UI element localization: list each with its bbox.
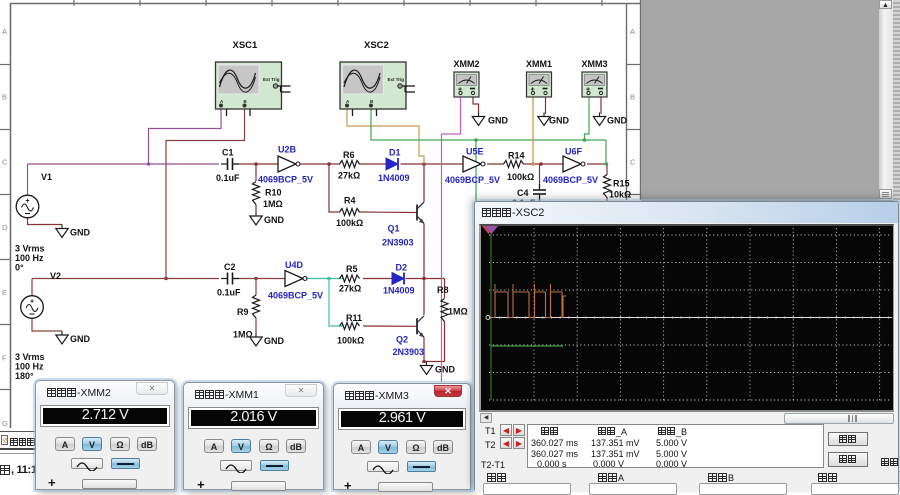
svg-text:0.1uF: 0.1uF (217, 288, 241, 298)
svg-text:R15: R15 (613, 179, 630, 189)
svg-text:100kΩ: 100kΩ (507, 172, 534, 182)
svg-text:GND: GND (70, 334, 91, 344)
svg-text:XMM3: XMM3 (581, 59, 607, 69)
svg-text:F: F (2, 354, 7, 363)
svg-text:1MΩ: 1MΩ (448, 307, 468, 317)
svg-text:V1: V1 (41, 172, 52, 182)
svg-text:G: G (2, 419, 8, 428)
svg-text:Ext Trig: Ext Trig (388, 77, 405, 82)
svg-text:U5E: U5E (466, 147, 484, 157)
svg-text:100kΩ: 100kΩ (337, 336, 364, 346)
svg-text:GND: GND (549, 116, 570, 126)
svg-text:GND: GND (607, 116, 628, 126)
svg-text:U2B: U2B (278, 145, 297, 155)
svg-text:B: B (630, 92, 635, 101)
svg-text:C2: C2 (224, 262, 236, 272)
svg-text:R11: R11 (346, 313, 362, 323)
svg-text:U6F: U6F (565, 147, 583, 157)
svg-text:C4: C4 (517, 188, 529, 198)
svg-text:E: E (2, 288, 7, 297)
svg-text:27kΩ: 27kΩ (338, 171, 360, 181)
svg-text:4069BCP_5V: 4069BCP_5V (258, 175, 313, 185)
svg-text:1N4009: 1N4009 (383, 286, 415, 296)
svg-text:0.1uF: 0.1uF (216, 173, 240, 183)
svg-text:GND: GND (264, 215, 285, 225)
svg-text:4069BCP_5V: 4069BCP_5V (268, 291, 323, 301)
svg-text:XSC1: XSC1 (233, 40, 259, 51)
svg-text:Ext Trig: Ext Trig (263, 77, 280, 82)
svg-text:R4: R4 (344, 196, 356, 206)
svg-text:XMM2: XMM2 (453, 59, 479, 69)
svg-text:27kΩ: 27kΩ (339, 284, 361, 294)
svg-text:GND: GND (488, 116, 509, 126)
svg-text:100 Hz: 100 Hz (15, 253, 44, 263)
svg-text:10kΩ: 10kΩ (609, 190, 631, 200)
svg-text:A: A (2, 27, 7, 36)
svg-text:GND: GND (435, 365, 456, 375)
svg-text:100kΩ: 100kΩ (336, 218, 363, 228)
svg-text:XMM1: XMM1 (526, 59, 552, 69)
svg-text:4069BCP_5V: 4069BCP_5V (543, 175, 598, 185)
svg-text:C: C (2, 158, 8, 167)
svg-text:XSC2: XSC2 (364, 40, 389, 51)
svg-text:A: A (630, 27, 635, 36)
svg-text:+: + (25, 198, 29, 205)
svg-text:V2: V2 (50, 271, 61, 281)
svg-text:C: C (630, 158, 636, 167)
svg-text:Q2: Q2 (396, 335, 408, 345)
svg-text:3 Vrms: 3 Vrms (15, 244, 45, 254)
svg-text:2N3903: 2N3903 (393, 347, 425, 357)
svg-text:D2: D2 (396, 263, 408, 273)
svg-text:0°: 0° (15, 263, 24, 273)
svg-text:R10: R10 (265, 188, 282, 198)
svg-text:R8: R8 (437, 285, 449, 295)
svg-text:C1: C1 (222, 148, 234, 158)
svg-text:GND: GND (264, 336, 285, 346)
svg-text:D1: D1 (389, 148, 401, 158)
svg-text:R6: R6 (343, 150, 355, 160)
svg-text:180°: 180° (15, 371, 34, 381)
svg-text:R5: R5 (346, 264, 358, 274)
svg-text:4069BCP_5V: 4069BCP_5V (445, 175, 500, 185)
svg-text:+: + (30, 299, 34, 306)
svg-text:3 Vrms: 3 Vrms (15, 352, 45, 362)
svg-text:100 Hz: 100 Hz (15, 362, 44, 372)
svg-text:1N4009: 1N4009 (378, 173, 410, 183)
svg-text:Q1: Q1 (388, 224, 400, 234)
svg-text:D: D (2, 223, 8, 232)
svg-text:2N3903: 2N3903 (382, 238, 414, 248)
svg-text:R9: R9 (237, 307, 249, 317)
svg-text:U4D: U4D (285, 260, 304, 270)
svg-text:1MΩ: 1MΩ (263, 199, 283, 209)
svg-text:GND: GND (70, 228, 91, 238)
svg-text:R14: R14 (508, 151, 525, 161)
svg-text:B: B (2, 92, 7, 101)
